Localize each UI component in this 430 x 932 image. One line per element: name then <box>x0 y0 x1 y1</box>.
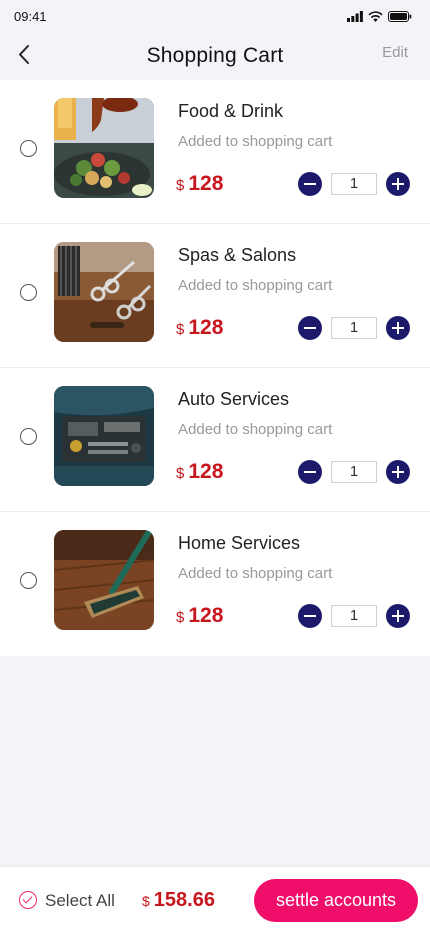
back-button[interactable] <box>14 42 36 68</box>
item-name: Home Services <box>178 533 301 553</box>
cart-item: Home Services Added to shopping cart $ 1… <box>0 512 430 656</box>
decrease-button[interactable] <box>298 316 322 340</box>
cart-item: Spas & Salons Added to shopping cart $ 1… <box>0 224 430 368</box>
food-photo <box>54 98 154 198</box>
quantity-field[interactable]: 1 <box>331 605 377 627</box>
quantity-stepper: 1 <box>298 316 410 340</box>
edit-button[interactable]: Edit <box>382 44 408 61</box>
price-amount: 128 <box>188 172 224 195</box>
mop-floor-photo <box>54 530 154 630</box>
wifi-icon <box>368 10 383 22</box>
item-name: Auto Services <box>178 389 290 409</box>
cart-item: Food & Drink Added to shopping cart $ 12… <box>0 80 430 224</box>
currency-symbol: $ <box>176 321 185 338</box>
nav-bar: Shopping Cart Edit <box>0 32 430 80</box>
decrease-button[interactable] <box>298 172 322 196</box>
item-status: Added to shopping cart <box>178 421 333 438</box>
currency-symbol: $ <box>176 177 185 194</box>
item-name: Food & Drink <box>178 101 284 121</box>
price-amount: 128 <box>188 604 224 627</box>
status-bar: 09:41 <box>0 0 430 32</box>
quantity-field[interactable]: 1 <box>331 173 377 195</box>
quantity-field[interactable]: 1 <box>331 317 377 339</box>
price-amount: 128 <box>188 460 224 483</box>
total-amount: 158.66 <box>153 889 215 911</box>
cart-list: Food & Drink Added to shopping cart $ 12… <box>0 80 430 656</box>
currency-symbol: $ <box>176 609 185 626</box>
item-checkbox[interactable] <box>20 284 37 301</box>
item-status: Added to shopping cart <box>178 277 333 294</box>
increase-button[interactable] <box>386 604 410 628</box>
item-name: Spas & Salons <box>178 245 297 265</box>
item-status: Added to shopping cart <box>178 133 333 150</box>
cart-total: $ 158.66 <box>142 889 215 912</box>
quantity-stepper: 1 <box>298 460 410 484</box>
decrease-button[interactable] <box>298 604 322 628</box>
item-status: Added to shopping cart <box>178 565 333 582</box>
currency-symbol: $ <box>142 893 150 909</box>
select-all-checkbox[interactable] <box>19 891 37 909</box>
status-icons <box>347 10 412 22</box>
quantity-stepper: 1 <box>298 172 410 196</box>
increase-button[interactable] <box>386 316 410 340</box>
item-checkbox[interactable] <box>20 140 37 157</box>
increase-button[interactable] <box>386 460 410 484</box>
item-price: $ 128 <box>176 172 223 196</box>
item-checkbox[interactable] <box>20 572 37 589</box>
quantity-stepper: 1 <box>298 604 410 628</box>
cart-item: Auto Services Added to shopping cart $ 1… <box>0 368 430 512</box>
select-all-label[interactable]: Select All <box>45 891 115 911</box>
salon-scissors-photo <box>54 242 154 342</box>
decrease-button[interactable] <box>298 460 322 484</box>
item-price: $ 128 <box>176 460 223 484</box>
battery-icon <box>388 10 412 22</box>
checkout-bar: Select All $ 158.66 settle accounts <box>0 866 430 932</box>
status-time: 09:41 <box>14 8 47 24</box>
currency-symbol: $ <box>176 465 185 482</box>
item-price: $ 128 <box>176 316 223 340</box>
settle-accounts-button[interactable]: settle accounts <box>254 879 418 922</box>
chevron-left-icon <box>19 45 29 64</box>
signal-icon <box>347 10 363 22</box>
item-price: $ 128 <box>176 604 223 628</box>
increase-button[interactable] <box>386 172 410 196</box>
page-title: Shopping Cart <box>146 44 284 67</box>
item-checkbox[interactable] <box>20 428 37 445</box>
car-engine-photo <box>54 386 154 486</box>
price-amount: 128 <box>188 316 224 339</box>
quantity-field[interactable]: 1 <box>331 461 377 483</box>
